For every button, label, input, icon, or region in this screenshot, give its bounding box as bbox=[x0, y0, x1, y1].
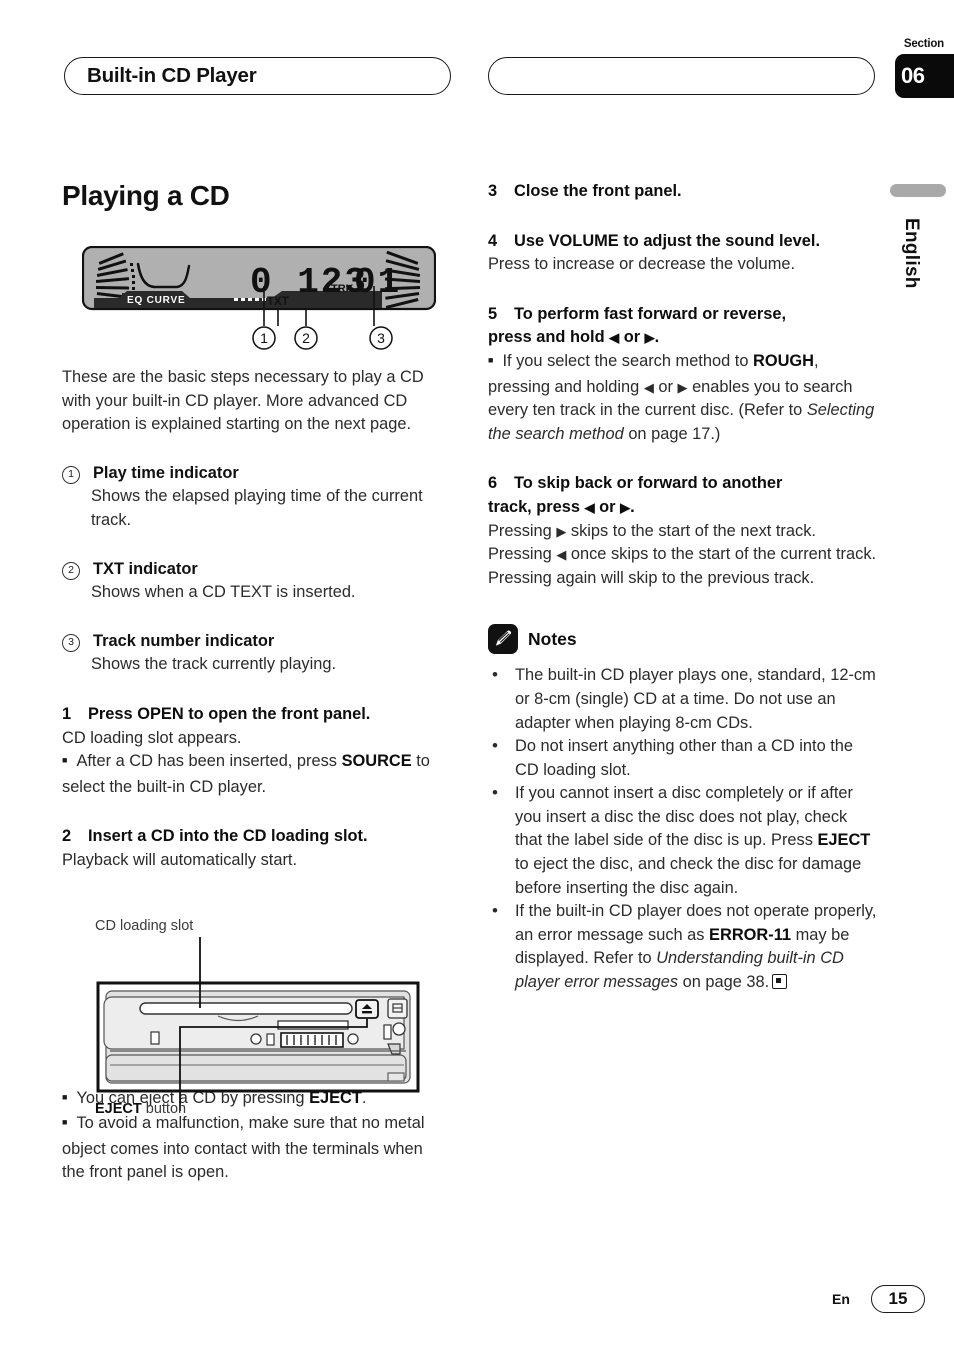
circle-number-3-icon: 3 bbox=[62, 633, 80, 652]
chapter-title-pill: Built-in CD Player bbox=[64, 57, 451, 95]
note-item-4-post: on page 38. bbox=[678, 973, 770, 992]
step-2: 2 Insert a CD into the CD loading slot. P… bbox=[62, 825, 442, 872]
section-number: 06 bbox=[901, 63, 925, 88]
step-2-body: Playback will automatically start. bbox=[62, 850, 298, 869]
notes-title: Notes bbox=[528, 628, 577, 649]
note-item-2: Do not insert anything other than a CD i… bbox=[488, 734, 878, 782]
step-5-bullet: If you select the search method to ROUGH… bbox=[488, 350, 878, 446]
right-arrow-icon: ▶ bbox=[556, 523, 567, 539]
step-4-number: 4 bbox=[488, 231, 498, 250]
trk-label: TRK bbox=[331, 283, 354, 295]
step-1-bullet-pre: After a CD has been inserted, press bbox=[76, 752, 342, 771]
step-6-body: Pressing ▶ skips to the start of the nex… bbox=[488, 520, 878, 591]
indicator-body-3: Shows the track currently playing. bbox=[91, 655, 337, 674]
step-5-bullet-e: on page 17.) bbox=[623, 424, 721, 443]
track-number-digits: 01 bbox=[354, 262, 401, 303]
note-item-4-bold: ERROR-11 bbox=[709, 925, 792, 944]
indicator-title-3: Track number indicator bbox=[93, 631, 275, 650]
chapter-title: Built-in CD Player bbox=[87, 64, 257, 87]
indicator-item-1: 1 Play time indicator Shows the elapsed … bbox=[62, 462, 442, 533]
step-6-title-mid: or bbox=[594, 497, 621, 516]
header-blank-pill bbox=[488, 57, 875, 95]
margin-language-label: English bbox=[901, 218, 922, 289]
note-item-3-bold: EJECT bbox=[817, 831, 871, 850]
step-2-number: 2 bbox=[62, 827, 72, 846]
circle-number-1-icon: 1 bbox=[62, 465, 80, 484]
step-1-bullet: After a CD has been inserted, press SOUR… bbox=[62, 750, 442, 799]
step-4-title: Use VOLUME to adjust the sound level. bbox=[514, 231, 821, 250]
step-5-number: 5 bbox=[488, 304, 498, 323]
left-arrow-icon: ◀ bbox=[609, 330, 620, 346]
note-item-4: If the built-in CD player does not opera… bbox=[488, 899, 878, 994]
left-arrow-icon: ◀ bbox=[556, 547, 567, 563]
step-4-body: Press to increase or decrease the volume… bbox=[488, 255, 796, 274]
end-of-section-icon bbox=[772, 974, 788, 990]
left-arrow-icon: ◀ bbox=[643, 379, 654, 395]
cd-unit-figure bbox=[88, 915, 428, 1130]
step-5-title-line1: To perform fast forward or reverse, bbox=[514, 304, 787, 323]
section-label: Section bbox=[903, 38, 944, 50]
indicator-body-2: Shows when a CD TEXT is inserted. bbox=[91, 583, 356, 602]
step-1-number: 1 bbox=[62, 704, 72, 723]
eject-button-label: EJECT button bbox=[95, 1101, 186, 1117]
intro-paragraph: These are the basic steps necessary to p… bbox=[62, 368, 424, 434]
note-item-3: If you cannot insert a disc completely o… bbox=[488, 781, 878, 900]
step-5-bullet-bold: ROUGH bbox=[753, 351, 815, 370]
step-6-title-line2-pre: track, press bbox=[488, 497, 585, 516]
step-5-title-mid: or bbox=[619, 328, 645, 347]
note-item-1: The built-in CD player plays one, standa… bbox=[488, 663, 878, 735]
note-item-3-post: to eject the disc, and check the disc fo… bbox=[515, 855, 862, 897]
callout-2: 2 bbox=[302, 330, 310, 346]
margin-tab bbox=[890, 184, 946, 197]
step-1-bullet-bold: SOURCE bbox=[341, 752, 412, 771]
circle-number-2-icon: 2 bbox=[62, 561, 80, 580]
step-4: 4 Use VOLUME to adjust the sound level. P… bbox=[488, 230, 878, 277]
step-5: 5 To perform fast forward or reverse, pre… bbox=[488, 303, 878, 447]
step-1: 1 Press OPEN to open the front panel. CD … bbox=[62, 703, 442, 799]
section-badge: 06 bbox=[895, 54, 954, 98]
step-6-title-line1: To skip back or forward to another bbox=[514, 474, 783, 493]
pencil-icon bbox=[488, 624, 518, 655]
eject-button-label-rest: button bbox=[141, 1101, 187, 1117]
step-5-title-line2-post: . bbox=[654, 328, 660, 347]
step-1-body: CD loading slot appears. bbox=[62, 728, 242, 747]
step-3: 3 Close the front panel. bbox=[488, 180, 878, 204]
step-2-title: Insert a CD into the CD loading slot. bbox=[88, 827, 368, 846]
step-6-title-line2-post: . bbox=[630, 497, 635, 516]
indicator-item-3: 3 Track number indicator Shows the track… bbox=[62, 630, 442, 677]
notes-list: The built-in CD player plays one, standa… bbox=[488, 663, 878, 994]
indicator-item-2: 2 TXT indicator Shows when a CD TEXT is … bbox=[62, 558, 442, 605]
step-3-title: Close the front panel. bbox=[514, 182, 682, 200]
eject-button-label-bold: EJECT bbox=[95, 1101, 142, 1117]
notes-section: Notes The built-in CD player plays one, … bbox=[488, 624, 878, 994]
right-column: 3 Close the front panel. 4 Use VOLUME to a… bbox=[488, 180, 878, 995]
txt-indicator-label: TXT bbox=[267, 296, 289, 308]
page-title: Playing a CD bbox=[62, 180, 230, 211]
right-arrow-icon: ▶ bbox=[620, 499, 631, 515]
indicator-body-1: Shows the elapsed playing time of the cu… bbox=[91, 487, 423, 529]
indicator-title-2: TXT indicator bbox=[93, 559, 198, 578]
page-header: Built-in CD Player Section 06 bbox=[0, 0, 954, 110]
note-item-3-pre: If you cannot insert a disc completely o… bbox=[515, 784, 853, 850]
right-arrow-icon: ▶ bbox=[644, 330, 655, 346]
step-5-title-line2-pre: press and hold bbox=[488, 328, 610, 347]
footer-language: En bbox=[832, 1291, 850, 1307]
cd-loading-slot-label: CD loading slot bbox=[95, 918, 194, 934]
callout-1: 1 bbox=[260, 330, 268, 346]
step-5-bullet-a: If you select the search method to bbox=[502, 351, 753, 370]
left-arrow-icon: ◀ bbox=[584, 499, 595, 515]
eq-curve-label: EQ CURVE bbox=[127, 295, 185, 306]
step-3-number: 3 bbox=[488, 182, 498, 200]
step-1-title: Press OPEN to open the front panel. bbox=[88, 704, 371, 723]
indicator-title-1: Play time indicator bbox=[93, 463, 239, 482]
right-arrow-icon: ▶ bbox=[677, 379, 688, 395]
step-6-body-a: Pressing bbox=[488, 521, 557, 540]
lcd-display-figure: EQ CURVE 0 123 TRK 01 TXT 1 2 3 bbox=[82, 246, 436, 356]
step-6: 6 To skip back or forward to another trac… bbox=[488, 472, 878, 590]
footer-page-number: 15 bbox=[871, 1285, 925, 1313]
step-5-bullet-c: or bbox=[653, 377, 678, 396]
step-6-number: 6 bbox=[488, 474, 498, 493]
callout-3: 3 bbox=[377, 330, 385, 346]
